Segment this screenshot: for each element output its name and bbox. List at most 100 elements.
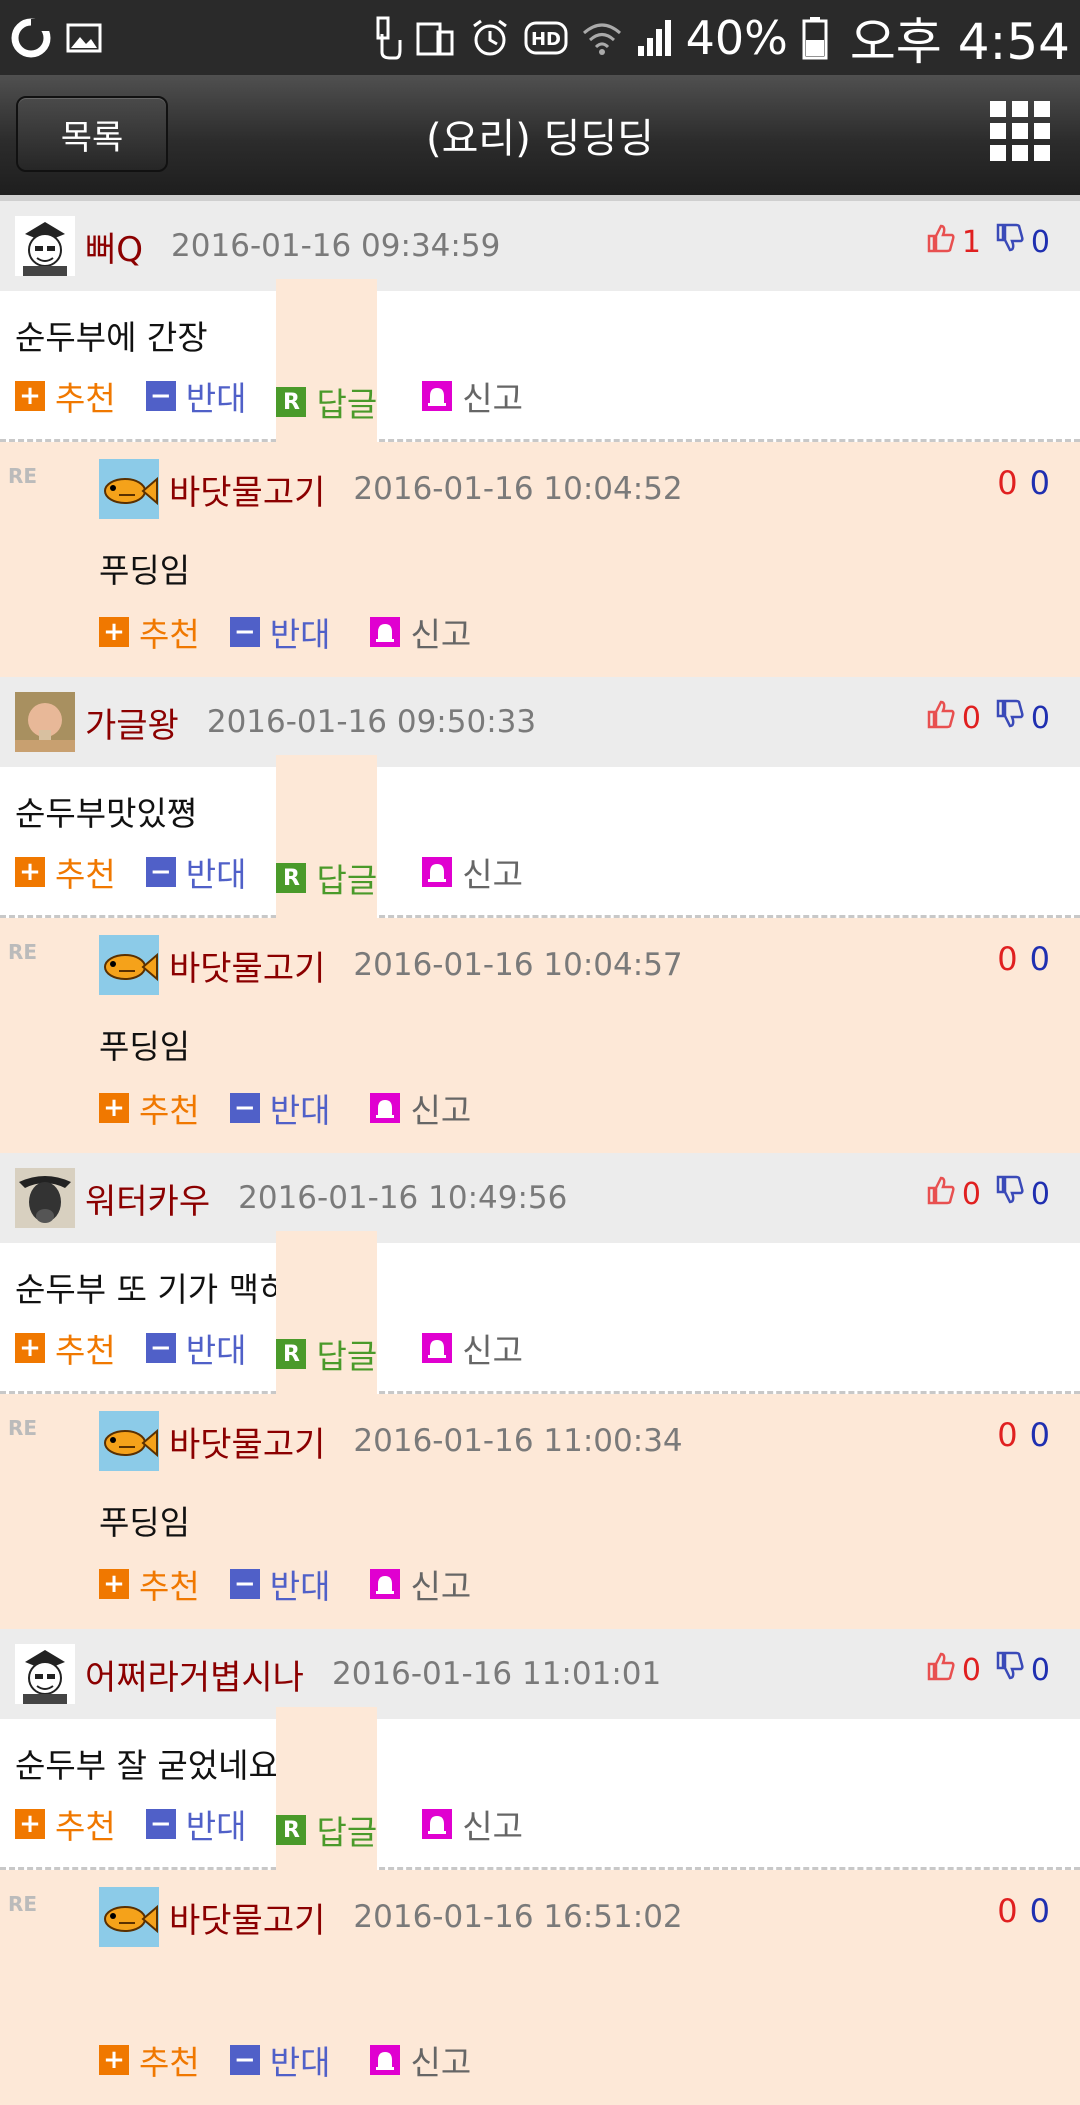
reply-avatar[interactable]: [99, 935, 159, 995]
reply-avatar[interactable]: [99, 1411, 159, 1471]
reply-votes: 00: [997, 464, 1050, 502]
minus-icon: −: [145, 381, 176, 411]
oppose-label: 반대: [269, 615, 331, 654]
siren-icon: [370, 2045, 401, 2075]
avatar[interactable]: [15, 1168, 75, 1228]
oppose-button[interactable]: − 반대: [145, 372, 247, 420]
report-button[interactable]: 신고: [422, 848, 523, 896]
reply-up-count: 0: [997, 940, 1018, 978]
comment-author[interactable]: 어쩌라거볍시나: [85, 1650, 304, 1699]
comment-text: 순두부 또 기가 맥히지: [15, 1270, 320, 1309]
reply-report-button[interactable]: 신고: [370, 1084, 471, 1132]
oppose-button[interactable]: − 반대: [145, 1324, 247, 1372]
clock: 오후 4:54: [849, 12, 1070, 71]
thumbs-down-icon: [995, 1175, 1025, 1213]
siren-icon: [370, 617, 401, 647]
down-vote-count: 0: [1030, 700, 1050, 736]
reply-votes: 00: [997, 1416, 1050, 1454]
oppose-label: 반대: [185, 1331, 247, 1370]
wifi-icon: [582, 21, 622, 55]
comment-votes: 1 0: [926, 223, 1050, 261]
reply-recommend-button[interactable]: + 추천: [99, 2036, 200, 2084]
up-vote-count: 0: [961, 700, 981, 736]
reply-oppose-button[interactable]: − 반대: [229, 608, 331, 656]
reply-report-button[interactable]: 신고: [370, 2036, 471, 2084]
reply-avatar[interactable]: [99, 1887, 159, 1947]
minus-icon: −: [145, 857, 176, 887]
avatar[interactable]: [15, 216, 75, 276]
plus-icon: +: [99, 1093, 129, 1123]
siren-icon: [422, 1809, 453, 1839]
comment-author[interactable]: 워터카우: [85, 1174, 210, 1223]
carrier-logo-icon: [10, 17, 52, 59]
oppose-button[interactable]: − 반대: [145, 1800, 247, 1848]
grid-menu-icon[interactable]: [990, 101, 1050, 161]
reply-text: 푸딩임: [99, 551, 191, 590]
reply-label: 답글: [316, 1813, 378, 1852]
report-button[interactable]: 신고: [422, 1800, 523, 1848]
recommend-label: 추천: [55, 1807, 116, 1846]
reply-date: 2016-01-16 10:04:52: [353, 471, 683, 507]
reply-votes: 00: [997, 940, 1050, 978]
reply-report-button[interactable]: 신고: [370, 608, 471, 656]
reply-icon: R: [276, 387, 307, 417]
comment-text: 순두부에 간장: [15, 318, 208, 357]
comment-author[interactable]: 뻐Q: [85, 222, 143, 271]
siren-icon: [370, 1569, 401, 1599]
battery-percent: 40%: [685, 10, 788, 65]
reply-label: 답글: [316, 1337, 378, 1376]
reply-votes: 00: [997, 1892, 1050, 1930]
comment-actions: + 추천 − 반대 R 답글 신고: [0, 754, 1080, 990]
down-vote-count: 0: [1030, 1652, 1050, 1688]
reply-author[interactable]: 바닷물고기: [169, 1417, 325, 1466]
reply-author[interactable]: 바닷물고기: [169, 941, 325, 990]
recommend-button[interactable]: + 추천: [15, 372, 116, 420]
reply-avatar[interactable]: [99, 459, 159, 519]
comment-date: 2016-01-16 10:49:56: [238, 1180, 568, 1216]
minus-icon: −: [229, 617, 260, 647]
recommend-button[interactable]: + 추천: [15, 1324, 116, 1372]
reply-down-count: 0: [1029, 1892, 1050, 1930]
hd-voice-icon: HD: [524, 21, 568, 55]
reply-oppose-button[interactable]: − 반대: [229, 2036, 331, 2084]
avatar[interactable]: [15, 1644, 75, 1704]
recommend-label: 추천: [139, 1091, 200, 1130]
avatar[interactable]: [15, 692, 75, 752]
oppose-label: 반대: [185, 1807, 247, 1846]
oppose-label: 반대: [269, 1091, 331, 1130]
report-button[interactable]: 신고: [422, 1324, 523, 1372]
reply-author[interactable]: 바닷물고기: [169, 1893, 325, 1942]
reply-icon: R: [276, 863, 307, 893]
down-vote-count: 0: [1030, 224, 1050, 260]
thumbs-up-icon: [926, 699, 956, 737]
recommend-label: 추천: [139, 1567, 200, 1606]
reply-recommend-button[interactable]: + 추천: [99, 608, 200, 656]
report-button[interactable]: 신고: [422, 372, 523, 420]
reply-recommend-button[interactable]: + 추천: [99, 1560, 200, 1608]
reply-icon: R: [276, 1339, 307, 1369]
reply-report-button[interactable]: 신고: [370, 1560, 471, 1608]
reply-label: 답글: [316, 861, 378, 900]
reply-author[interactable]: 바닷물고기: [169, 465, 325, 514]
oppose-label: 반대: [185, 855, 247, 894]
list-button[interactable]: 목록: [16, 96, 168, 172]
reply-text: [0, 1952, 1080, 2020]
reply-actions: + 추천 − 반대 신고: [0, 1544, 1080, 1624]
reply-comment: RE 바닷물고기 2016-01-16 10:04:57 00 푸딩임 + 추천 …: [0, 918, 1080, 1153]
oppose-label: 반대: [185, 379, 247, 418]
thumbs-down-icon: [995, 699, 1025, 737]
reply-recommend-button[interactable]: + 추천: [99, 1084, 200, 1132]
recommend-button[interactable]: + 추천: [15, 1800, 116, 1848]
screen-mirror-icon: [416, 18, 456, 58]
recommend-button[interactable]: + 추천: [15, 848, 116, 896]
reply-oppose-button[interactable]: − 반대: [229, 1084, 331, 1132]
oppose-button[interactable]: − 반대: [145, 848, 247, 896]
report-label: 신고: [410, 1567, 472, 1606]
reply-oppose-button[interactable]: − 반대: [229, 1560, 330, 1608]
comment-author[interactable]: 가글왕: [85, 698, 179, 747]
comment: 어쩌라거볍시나 2016-01-16 11:01:01 0 0 순두부 잘 굳었…: [0, 1629, 1080, 2105]
plus-icon: +: [99, 2045, 129, 2075]
comment: 가글왕 2016-01-16 09:50:33 0 0 순두부맛있쪙 + 추천: [0, 677, 1080, 1153]
plus-icon: +: [99, 617, 129, 647]
oppose-label: 반대: [269, 2043, 331, 2082]
